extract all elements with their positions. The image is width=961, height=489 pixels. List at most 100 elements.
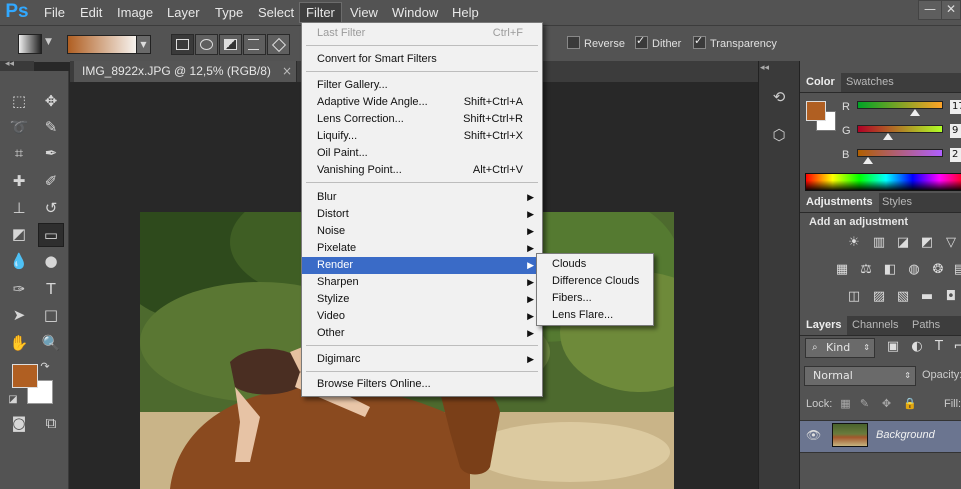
gradient-tool-icon[interactable]: ▭ <box>38 223 64 247</box>
green-slider-track[interactable] <box>857 125 943 133</box>
menu-item-last-filter[interactable]: Last Filter Ctrl+F <box>302 25 542 42</box>
menu-item-adaptive-wide-angle[interactable]: Adaptive Wide Angle... Shift+Ctrl+A <box>302 94 542 111</box>
dither-checkbox[interactable]: Dither <box>635 34 681 51</box>
menu-item-sharpen[interactable]: Sharpen ▶ <box>302 274 542 291</box>
submenu-item-lens-flare[interactable]: Lens Flare... <box>537 307 653 324</box>
menu-image[interactable]: Image <box>111 3 159 22</box>
lock-all-icon[interactable]: 🔒 <box>903 397 917 410</box>
menu-view[interactable]: View <box>344 3 384 22</box>
tab-paths[interactable]: Paths <box>906 316 946 335</box>
menu-layer[interactable]: Layer <box>161 3 206 22</box>
lock-image-icon[interactable]: ✎ <box>858 397 871 410</box>
marquee-tool-icon[interactable]: ⬚ <box>7 90 31 112</box>
collapse-dock-icon[interactable]: ◂◂ <box>760 63 769 73</box>
blue-slider-track[interactable] <box>857 149 943 157</box>
tab-channels[interactable]: Channels <box>846 316 904 335</box>
blue-value[interactable]: 2 <box>950 148 961 162</box>
close-document-icon[interactable]: × <box>282 64 292 78</box>
selective-color-icon[interactable]: ◘ <box>942 289 960 305</box>
reflected-gradient-button[interactable] <box>243 34 266 55</box>
menu-item-pixelate[interactable]: Pixelate ▶ <box>302 240 542 257</box>
menu-item-stylize[interactable]: Stylize ▶ <box>302 291 542 308</box>
dodge-tool-icon[interactable]: ● <box>39 250 63 272</box>
tab-swatches[interactable]: Swatches <box>840 73 900 92</box>
black-white-icon[interactable]: ◧ <box>881 262 899 278</box>
menu-help[interactable]: Help <box>446 3 485 22</box>
gradient-dropdown-chevron-icon[interactable]: ▼ <box>136 35 151 54</box>
eraser-tool-icon[interactable]: ◩ <box>7 223 31 245</box>
hand-tool-icon[interactable]: ✋ <box>7 332 31 354</box>
menu-file[interactable]: File <box>38 3 71 22</box>
submenu-item-difference-clouds[interactable]: Difference Clouds <box>537 273 653 290</box>
menu-item-render[interactable]: Render ▶ <box>302 257 542 274</box>
3d-panel-icon[interactable]: ⬡ <box>768 124 790 146</box>
menu-item-digimarc[interactable]: Digimarc ▶ <box>302 351 542 368</box>
red-value[interactable]: 17 <box>950 100 961 114</box>
menu-item-oil-paint[interactable]: Oil Paint... <box>302 145 542 162</box>
menu-filter[interactable]: Filter <box>299 2 342 23</box>
zoom-tool-icon[interactable]: 🔍 <box>39 332 63 354</box>
filter-pixel-icon[interactable]: ▣ <box>884 339 902 355</box>
layer-name[interactable]: Background <box>876 429 935 441</box>
color-panel-foreground-swatch[interactable] <box>806 101 826 121</box>
green-value[interactable]: 9 <box>950 124 961 138</box>
menu-item-filter-gallery[interactable]: Filter Gallery... <box>302 77 542 94</box>
channel-mixer-icon[interactable]: ❂ <box>929 262 947 278</box>
move-tool-icon[interactable]: ✥ <box>39 90 63 112</box>
menu-item-distort[interactable]: Distort ▶ <box>302 206 542 223</box>
transparency-checkbox-box[interactable] <box>693 34 706 49</box>
history-brush-tool-icon[interactable]: ↺ <box>39 197 63 219</box>
diamond-gradient-button[interactable] <box>267 34 290 55</box>
blue-slider-thumb[interactable] <box>862 157 873 164</box>
rectangle-tool-icon[interactable]: □ <box>39 304 63 326</box>
menu-select[interactable]: Select <box>252 3 300 22</box>
filter-shape-icon[interactable]: ⌐ <box>950 339 961 355</box>
menu-item-other[interactable]: Other ▶ <box>302 325 542 342</box>
path-selection-tool-icon[interactable]: ➤ <box>7 304 31 326</box>
filter-type-icon[interactable]: T <box>930 339 948 355</box>
close-window-button[interactable]: ✕ <box>941 0 961 20</box>
posterize-icon[interactable]: ▨ <box>870 289 888 305</box>
menu-edit[interactable]: Edit <box>74 3 108 22</box>
tab-styles[interactable]: Styles <box>876 193 918 212</box>
foreground-color-swatch[interactable] <box>12 364 38 388</box>
threshold-icon[interactable]: ▧ <box>894 289 912 305</box>
curves-icon[interactable]: ◪ <box>894 235 912 251</box>
linear-gradient-button[interactable] <box>171 34 194 55</box>
menu-item-browse-filters-online[interactable]: Browse Filters Online... <box>302 376 542 393</box>
quick-selection-tool-icon[interactable]: ✎ <box>39 116 63 138</box>
submenu-item-clouds[interactable]: Clouds <box>537 256 653 273</box>
filter-adjustment-icon[interactable]: ◐ <box>908 339 926 355</box>
collapse-toolbox-icon[interactable]: ◂◂ <box>5 59 14 69</box>
menu-item-noise[interactable]: Noise ▶ <box>302 223 542 240</box>
color-balance-icon[interactable]: ⚖ <box>857 262 875 278</box>
healing-brush-tool-icon[interactable]: ✚ <box>7 170 31 192</box>
reverse-checkbox[interactable]: Reverse <box>567 36 625 51</box>
lock-position-icon[interactable]: ✥ <box>880 397 893 410</box>
transparency-checkbox[interactable]: Transparency <box>693 34 777 51</box>
tab-color[interactable]: Color <box>800 73 841 92</box>
invert-icon[interactable]: ◫ <box>845 289 863 305</box>
menu-item-video[interactable]: Video ▶ <box>302 308 542 325</box>
screen-mode-icon[interactable]: ⧉ <box>39 412 63 434</box>
photo-filter-icon[interactable]: ◍ <box>905 262 923 278</box>
blend-mode-select[interactable]: Normal ⇕ <box>804 366 916 386</box>
color-spectrum-ramp[interactable] <box>805 173 961 191</box>
tab-adjustments[interactable]: Adjustments <box>800 193 879 212</box>
red-slider-track[interactable] <box>857 101 943 109</box>
lock-transparent-icon[interactable]: ▦ <box>839 397 852 410</box>
eyedropper-tool-icon[interactable]: ✒ <box>39 142 63 164</box>
hue-saturation-icon[interactable]: ▦ <box>833 262 851 278</box>
menu-item-liquify[interactable]: Liquify... Shift+Ctrl+X <box>302 128 542 145</box>
visibility-eye-icon[interactable]: 👁 <box>806 428 821 442</box>
type-tool-icon[interactable]: T <box>39 278 63 300</box>
menu-type[interactable]: Type <box>209 3 249 22</box>
swap-colors-icon[interactable]: ↷ <box>38 356 52 378</box>
gradient-tool-preset-icon[interactable] <box>18 34 42 54</box>
blur-tool-icon[interactable]: 💧 <box>7 250 31 272</box>
green-slider-thumb[interactable] <box>883 133 894 140</box>
angle-gradient-button[interactable] <box>219 34 242 55</box>
layer-filter-kind-select[interactable]: ⌕ Kind ⇕ <box>805 338 875 358</box>
menu-item-vanishing-point[interactable]: Vanishing Point... Alt+Ctrl+V <box>302 162 542 179</box>
submenu-item-fibers[interactable]: Fibers... <box>537 290 653 307</box>
